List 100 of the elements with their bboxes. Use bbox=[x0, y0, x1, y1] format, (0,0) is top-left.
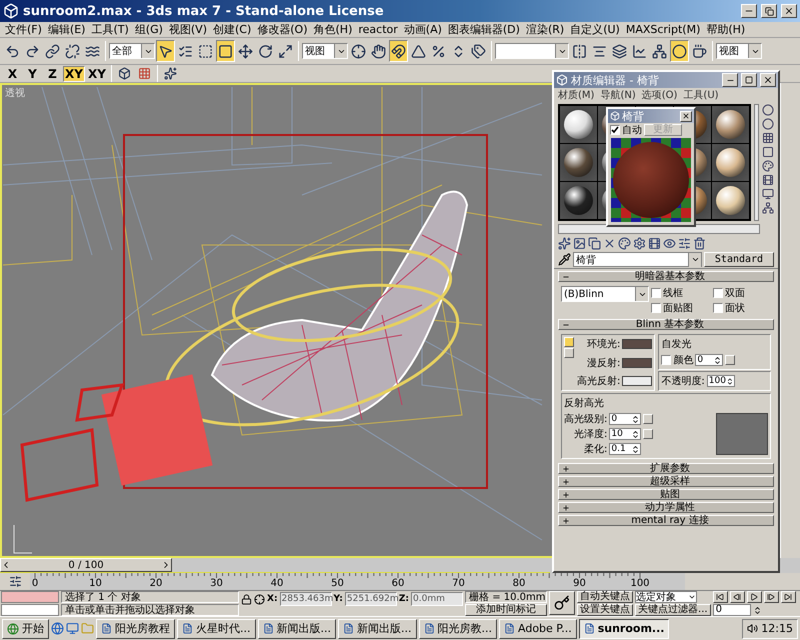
axis-button[interactable]: Z bbox=[43, 66, 62, 82]
material-slot[interactable] bbox=[560, 144, 597, 181]
maximize-button[interactable] bbox=[761, 4, 777, 18]
rollout-header[interactable]: 贴图 bbox=[558, 489, 774, 500]
menu-item[interactable]: 视图(V) bbox=[166, 22, 210, 36]
shader-dropdown[interactable]: (B)Blinn bbox=[561, 286, 649, 302]
set-key-mode-button[interactable]: 设置关键点 bbox=[577, 604, 634, 616]
close-button[interactable] bbox=[760, 73, 776, 87]
material-slot[interactable] bbox=[712, 106, 749, 143]
playback-button[interactable] bbox=[764, 591, 779, 603]
menu-item[interactable]: MAXScript(M) bbox=[622, 22, 704, 36]
color-swatch[interactable] bbox=[622, 376, 652, 386]
taskbar-button[interactable]: sunroom... bbox=[578, 618, 670, 638]
menu-item[interactable]: 工具(T) bbox=[88, 22, 132, 36]
taskbar-button[interactable]: 新闻出版... bbox=[258, 618, 336, 638]
menu-item[interactable]: 工具(U) bbox=[683, 88, 719, 102]
rollout-header[interactable]: 扩展参数 bbox=[558, 463, 774, 474]
frame-field[interactable]: 0 bbox=[712, 604, 751, 616]
maximize-button[interactable] bbox=[741, 73, 757, 87]
axis-button[interactable]: X bbox=[3, 66, 22, 82]
start-button[interactable]: 开始 bbox=[2, 618, 49, 638]
parameter-spinner[interactable]: 0 bbox=[609, 413, 642, 425]
coordinate-field[interactable]: 2853.463m bbox=[280, 592, 332, 606]
taskbar-button[interactable]: 阳光房教... bbox=[418, 618, 497, 638]
rollout-header[interactable]: 超级采样 bbox=[558, 476, 774, 487]
toolbar-button[interactable] bbox=[156, 40, 175, 62]
menu-item[interactable]: 角色(H) bbox=[310, 22, 356, 36]
checkbox[interactable] bbox=[713, 288, 723, 298]
map-button[interactable] bbox=[725, 355, 736, 365]
playback-button[interactable] bbox=[780, 591, 796, 603]
toolbar-dropdown[interactable]: 视图 bbox=[716, 43, 762, 59]
material-slot[interactable] bbox=[712, 182, 749, 219]
menu-item[interactable]: 图表编辑器(D) bbox=[444, 22, 523, 36]
playback-button[interactable] bbox=[730, 591, 745, 603]
eye-icon bbox=[663, 237, 676, 250]
menu-item[interactable]: 选项(O) bbox=[642, 88, 678, 102]
menu-item[interactable]: 编辑(E) bbox=[44, 22, 88, 36]
parameter-spinner[interactable]: 10 bbox=[609, 428, 642, 440]
menu-item[interactable]: reactor bbox=[355, 22, 401, 36]
menu-item[interactable]: 帮助(H) bbox=[703, 22, 748, 36]
scrollbar[interactable] bbox=[754, 104, 759, 221]
script-input-field[interactable] bbox=[1, 591, 59, 603]
auto-key-button[interactable]: 自动关键点 bbox=[577, 591, 634, 603]
toolbar-dropdown[interactable]: 视图 bbox=[302, 43, 348, 59]
axis-button[interactable]: XY bbox=[86, 66, 108, 82]
rollout-header[interactable]: 动力学属性 bbox=[558, 502, 774, 513]
toolbar-dropdown[interactable] bbox=[495, 43, 569, 59]
checkbox[interactable] bbox=[651, 303, 661, 313]
rollout-header[interactable]: mental ray 连接 bbox=[558, 515, 774, 526]
taskbar-button[interactable]: 阳光房教程 bbox=[96, 618, 175, 638]
menu-item[interactable]: 自定义(U) bbox=[567, 22, 623, 36]
playback-button[interactable] bbox=[712, 591, 728, 603]
close-button[interactable] bbox=[680, 110, 692, 122]
time-slider-thumb[interactable]: 0 / 100 bbox=[0, 558, 172, 572]
map-button[interactable] bbox=[643, 414, 654, 424]
material-name-field[interactable]: 椅背 bbox=[573, 252, 702, 267]
color-swatch[interactable] bbox=[622, 339, 652, 349]
rollout-header[interactable]: Blinn 基本参数 bbox=[558, 319, 774, 330]
self-illumination-spinner[interactable]: 0 bbox=[695, 354, 724, 366]
menu-item[interactable]: 材质(M) bbox=[558, 88, 594, 102]
menu-item[interactable]: 创建(C) bbox=[210, 22, 254, 36]
coordinate-field[interactable]: 0.0mm bbox=[411, 592, 464, 606]
menu-item[interactable]: 渲染(R) bbox=[522, 22, 568, 36]
checkbox[interactable] bbox=[713, 303, 723, 313]
map-button[interactable] bbox=[643, 429, 654, 439]
minimize-button[interactable] bbox=[741, 4, 757, 18]
menu-item[interactable]: 导航(N) bbox=[600, 88, 636, 102]
taskbar-button[interactable]: Adobe P... bbox=[499, 618, 577, 638]
color-swatch[interactable] bbox=[622, 358, 652, 368]
menu-item[interactable]: 修改器(O) bbox=[254, 22, 311, 36]
coordinate-field[interactable]: 5251.692m bbox=[344, 592, 397, 606]
toolbar-dropdown[interactable]: 全部 bbox=[109, 43, 155, 59]
taskbar-button[interactable]: 新闻出版... bbox=[338, 618, 416, 638]
checkbox[interactable] bbox=[610, 125, 620, 135]
set-key-button[interactable] bbox=[549, 591, 576, 615]
checkbox[interactable] bbox=[661, 355, 672, 365]
toolbar-button[interactable] bbox=[216, 40, 235, 62]
rollout-header[interactable]: 明暗器基本参数 bbox=[558, 271, 774, 282]
playback-button[interactable] bbox=[746, 591, 762, 603]
add-time-tag-button[interactable]: 添加时间标记 bbox=[465, 604, 548, 616]
material-slot[interactable] bbox=[712, 144, 749, 181]
key-mode-dropdown[interactable]: 选定对象 bbox=[635, 591, 698, 603]
minimize-button[interactable] bbox=[722, 73, 738, 87]
parameter-spinner[interactable]: 0.1 bbox=[609, 443, 642, 455]
close-button[interactable] bbox=[781, 4, 797, 18]
key-filters-button[interactable]: 关键点过滤器... bbox=[635, 604, 711, 616]
taskbar-button[interactable]: 火星时代... bbox=[177, 618, 256, 638]
menu-item[interactable]: 文件(F) bbox=[2, 22, 45, 36]
material-slot[interactable] bbox=[560, 182, 597, 219]
material-type-button[interactable]: Standard bbox=[704, 252, 774, 267]
toolbar-button[interactable] bbox=[389, 40, 408, 62]
axis-button[interactable]: XY bbox=[63, 66, 85, 82]
menu-item[interactable]: 组(G) bbox=[132, 22, 166, 36]
script-output-field[interactable] bbox=[1, 604, 59, 616]
checkbox[interactable] bbox=[651, 288, 661, 298]
opacity-spinner[interactable]: 100 bbox=[706, 375, 735, 387]
toolbar-button[interactable] bbox=[670, 40, 689, 62]
material-slot[interactable] bbox=[560, 106, 597, 143]
menu-item[interactable]: 动画(A) bbox=[400, 22, 445, 36]
axis-button[interactable]: Y bbox=[23, 66, 42, 82]
